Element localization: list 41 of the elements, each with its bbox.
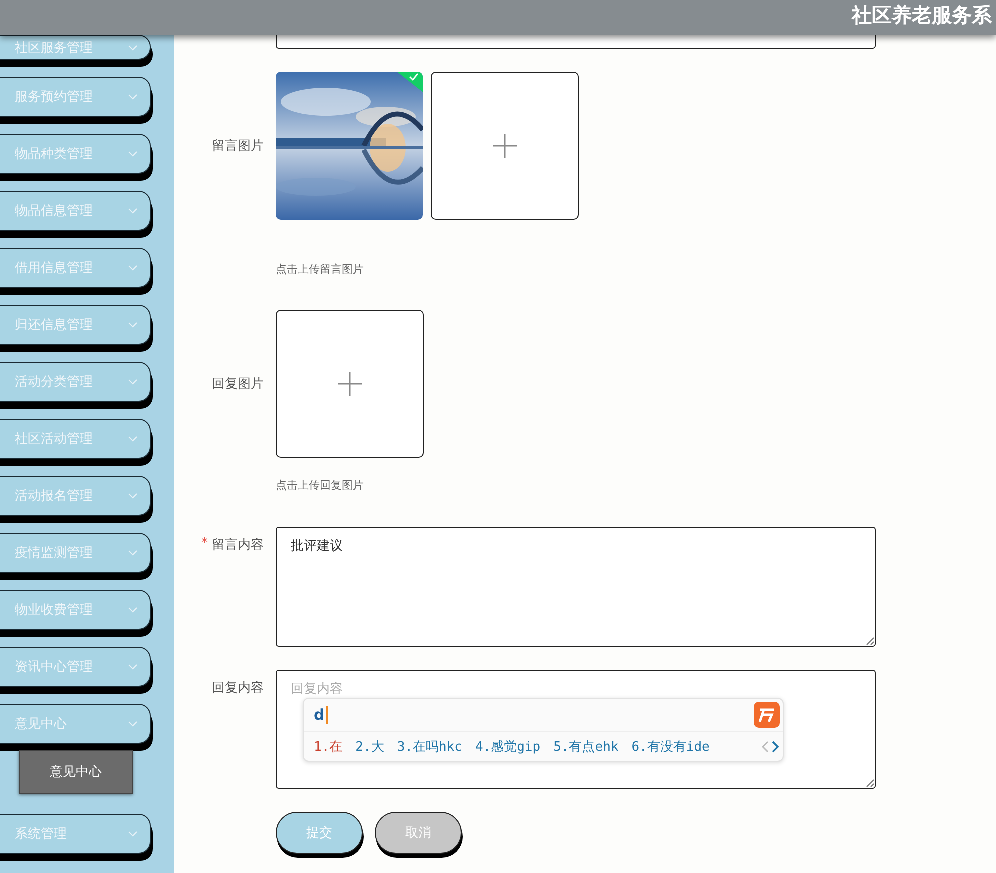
upload-hint: 点击上传留言图片	[276, 262, 364, 277]
next-icon[interactable]	[771, 740, 779, 752]
upload-box[interactable]	[276, 310, 424, 458]
system-title: 社区养老服务系	[852, 2, 993, 29]
chevron-icon	[128, 322, 138, 328]
upload-box[interactable]	[431, 72, 579, 220]
field-label: 回复内容	[212, 680, 264, 697]
field-label: 留言图片	[212, 138, 264, 155]
chevron-icon	[128, 493, 138, 499]
text-area[interactable]: 批评建议	[276, 527, 876, 647]
resize-grip-icon	[866, 779, 874, 787]
ime-candidate[interactable]: 3.在吗hkc	[397, 738, 462, 756]
upload-hint: 点击上传回复图片	[276, 478, 364, 493]
field-label: 回复图片	[212, 376, 264, 393]
ime-logo-icon	[754, 702, 780, 728]
text-area[interactable]: 回复内容 d 1.在 2.大 3.在吗hkc 4.感觉gip 5.有点ehk 6.有没有ide	[276, 670, 876, 789]
chevron-icon	[128, 44, 138, 50]
submenu-item[interactable]: 意见中心	[19, 750, 133, 794]
chevron-icon	[128, 208, 138, 214]
plus-icon	[493, 134, 517, 158]
ime-candidate[interactable]: 2.大	[356, 738, 384, 756]
chevron-icon	[128, 607, 138, 613]
chevron-icon	[128, 94, 138, 100]
ime-candidate[interactable]: 5.有点ehk	[554, 738, 619, 756]
ime-candidate[interactable]: 1.在	[314, 738, 343, 756]
plus-icon	[338, 372, 362, 396]
chevron-icon	[128, 550, 138, 556]
field-label: 留言内容	[212, 537, 264, 554]
chevron-icon	[128, 379, 138, 385]
chevron-icon	[128, 721, 138, 727]
chevron-icon	[128, 151, 138, 157]
ime-input: d	[314, 706, 328, 724]
chevron-icon	[128, 831, 138, 837]
ime-candidate[interactable]: 4.感觉gip	[475, 738, 541, 756]
resize-grip-icon	[866, 637, 874, 645]
ime-candidate[interactable]: 6.有没有ide	[632, 738, 710, 756]
input-field[interactable]	[276, 35, 876, 49]
chevron-icon	[128, 265, 138, 271]
chevron-icon	[128, 436, 138, 442]
required-mark: *	[202, 536, 208, 553]
chevron-icon	[128, 664, 138, 670]
